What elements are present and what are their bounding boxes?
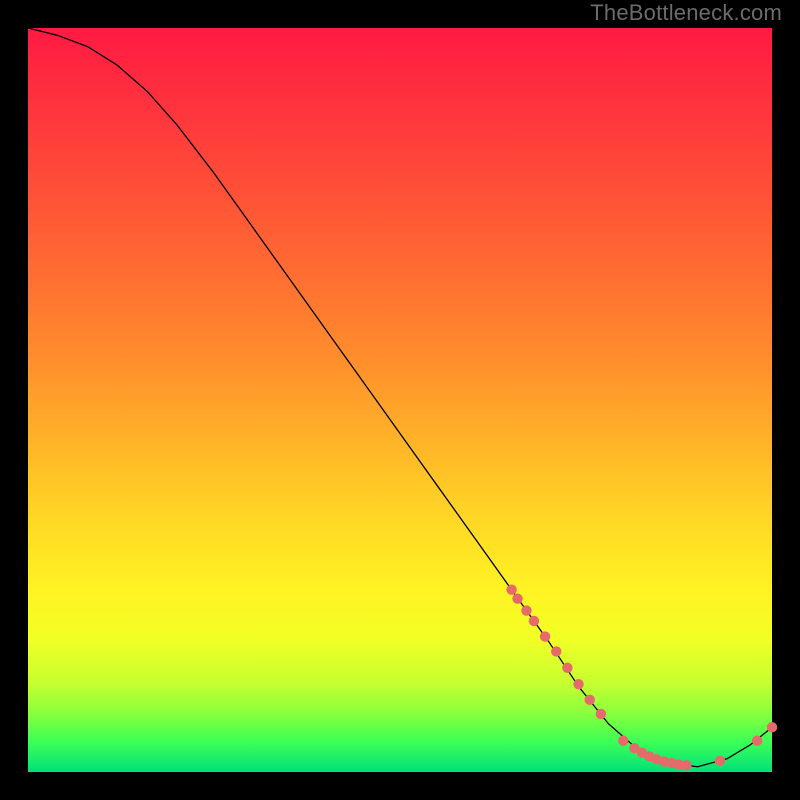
- data-point-marker: [512, 593, 522, 603]
- chart-frame: TheBottleneck.com: [0, 0, 800, 800]
- data-point-marker: [529, 616, 539, 626]
- bottleneck-curve: [28, 28, 772, 767]
- data-point-marker: [562, 663, 572, 673]
- data-point-marker: [551, 646, 561, 656]
- data-point-marker: [752, 736, 762, 746]
- data-point-marker: [585, 695, 595, 705]
- data-point-marker: [521, 605, 531, 615]
- data-point-marker: [596, 709, 606, 719]
- watermark-text: TheBottleneck.com: [590, 0, 782, 26]
- data-point-marker: [681, 760, 691, 770]
- chart-svg: [28, 28, 772, 772]
- markers-group: [506, 585, 777, 771]
- plot-area: [28, 28, 772, 772]
- data-point-marker: [715, 756, 725, 766]
- data-point-marker: [506, 585, 516, 595]
- data-point-marker: [573, 679, 583, 689]
- data-point-marker: [767, 722, 777, 732]
- data-point-marker: [618, 736, 628, 746]
- data-point-marker: [540, 631, 550, 641]
